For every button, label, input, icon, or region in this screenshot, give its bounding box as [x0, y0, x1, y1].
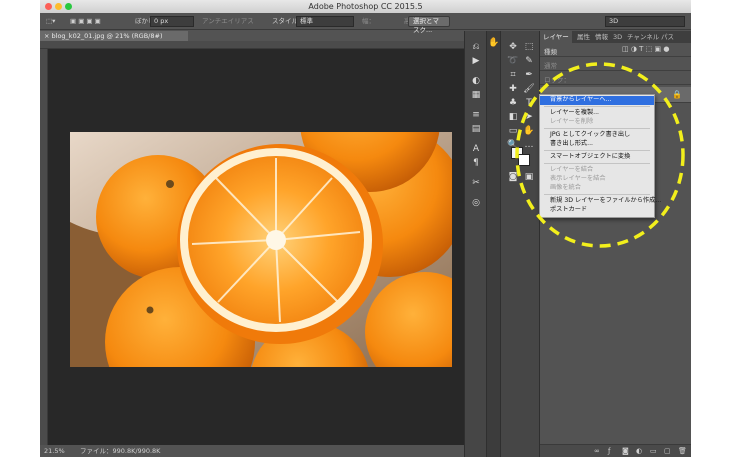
healing-tool-icon[interactable]: ✚ — [507, 83, 519, 95]
new-layer-icon[interactable]: ▢ — [664, 447, 671, 455]
background-color-swatch[interactable] — [518, 154, 530, 166]
tab-info[interactable]: 情報 — [592, 31, 611, 43]
gradient-tool-icon[interactable]: ▭ — [507, 125, 519, 137]
type-tool-icon[interactable]: T — [523, 97, 535, 109]
panel-divider: ✋ — [486, 31, 500, 457]
trash-icon[interactable]: 🗑 — [678, 447, 687, 455]
quick-select-icon[interactable]: ✎ — [523, 55, 535, 67]
tab-paths[interactable]: パス — [658, 31, 677, 43]
menu-separator — [544, 150, 650, 151]
layers-bottom-bar: ∞ ƒ ◙ ◐ ▭ ▢ 🗑 — [540, 444, 691, 457]
more-tools-icon[interactable]: … — [523, 139, 535, 151]
layer-filter-row: 種類 ◫ ◑ T ⬚ ▣ ● — [540, 43, 691, 57]
character-icon[interactable]: A — [470, 143, 482, 155]
eraser-tool-icon[interactable]: ◧ — [507, 111, 519, 123]
filter-kind-select[interactable]: 種類 — [544, 46, 557, 56]
tab-close-icon[interactable]: × — [44, 32, 52, 40]
blend-mode-select[interactable]: 通常 — [544, 60, 557, 70]
quick-mask-icon[interactable]: ◙ — [507, 171, 519, 183]
zoom-level[interactable]: 21.5% — [44, 445, 65, 457]
marquee-tool-icon[interactable]: ⬚ — [523, 41, 535, 53]
link-icon[interactable]: ∞ — [594, 447, 600, 455]
feather-input[interactable]: 0 px — [150, 16, 194, 27]
menu-item-merge-visible: 表示レイヤーを結合 — [550, 175, 606, 182]
workspace-select[interactable]: 3D — [605, 16, 685, 27]
layer-context-menu: 背景からレイヤーへ... レイヤーを複製... レイヤーを削除 JPG としてク… — [539, 94, 661, 218]
menu-item-convert-smart-object[interactable]: スマートオブジェクトに変換 — [540, 153, 654, 162]
lock-row: ロック： — [540, 71, 691, 85]
photoshop-window: Adobe Photoshop CC 2015.5 ⬚▾ ▣ ▣ ▣ ▣ ぼかし… — [40, 0, 691, 457]
menu-separator — [544, 128, 650, 129]
tab-channels[interactable]: チャンネル — [624, 31, 662, 43]
style-select[interactable]: 標準 — [296, 16, 354, 27]
filter-icons[interactable]: ◫ ◑ T ⬚ ▣ ● — [622, 45, 669, 53]
paragraph-icon[interactable]: ¶ — [470, 157, 482, 169]
panel-strip-1: ⎌ ▶ ◐ ▦ ≡ ▤ A ¶ ✂ ◎ — [464, 31, 486, 457]
swatches-icon[interactable]: ▦ — [470, 89, 482, 101]
lock-icon: 🔒 — [672, 90, 682, 99]
styles-icon[interactable]: ▤ — [470, 123, 482, 135]
fx-icon[interactable]: ƒ — [608, 447, 610, 455]
eyedropper-icon[interactable]: ✒ — [523, 69, 535, 81]
layers-panel-tabs: レイヤー 属性 情報 3D チャンネル パス — [540, 31, 691, 43]
document-image — [70, 132, 452, 367]
screen-mode-icon[interactable]: ▣ — [523, 171, 535, 183]
document-tab-label: blog_k02_01.jpg @ 21% (RGB/8#) — [51, 32, 163, 40]
menu-item-new-3d-layer[interactable]: 新規 3D レイヤーをファイルから作成... — [540, 197, 661, 206]
move-tool-icon[interactable]: ✥ — [507, 41, 519, 53]
menu-item-export-as[interactable]: 書き出し形式... — [540, 140, 654, 149]
menu-item-quick-export-jpg[interactable]: JPG としてクイック書き出し — [540, 131, 654, 140]
options-bar: ⬚▾ ▣ ▣ ▣ ▣ ぼかし： 0 px アンチエイリアス スタイル： 標準 幅… — [40, 13, 691, 34]
tab-layers[interactable]: レイヤー — [540, 31, 572, 43]
crop-tool-icon[interactable]: ⌗ — [507, 69, 519, 81]
app-title: Adobe Photoshop CC 2015.5 — [308, 2, 423, 11]
hand-tool-2-icon[interactable]: ✋ — [523, 125, 535, 137]
3d-icon[interactable]: ◎ — [470, 197, 482, 209]
hand-tool-icon[interactable]: ✋ — [488, 37, 500, 49]
selection-mode-icons[interactable]: ▣ ▣ ▣ ▣ — [70, 17, 101, 26]
tab-3d[interactable]: 3D — [610, 31, 625, 43]
ruler-horizontal — [40, 41, 464, 49]
minimize-icon[interactable] — [55, 3, 62, 10]
maximize-icon[interactable] — [65, 3, 72, 10]
file-info: ファイル：990.8K/990.8K — [80, 447, 161, 455]
path-select-icon[interactable]: ➤ — [523, 111, 535, 123]
lock-label: ロック： — [544, 76, 570, 84]
orange-photo — [70, 132, 452, 367]
adjustments-icon[interactable]: ≡ — [470, 109, 482, 121]
brush-tool-icon[interactable]: 🖌 — [523, 83, 535, 95]
antialias-checkbox[interactable]: アンチエイリアス — [202, 17, 254, 26]
toolbar: ✥ ⬚ ➰ ✎ ⌗ ✒ ✚ 🖌 ♣ T ◧ ➤ ▭ ✋ 🔍 … ◙ ▣ — [500, 31, 539, 457]
mask-icon[interactable]: ◙ — [622, 447, 629, 455]
actions-icon[interactable]: ▶ — [470, 55, 482, 67]
close-icon[interactable] — [45, 3, 52, 10]
title-bar: Adobe Photoshop CC 2015.5 — [40, 0, 691, 13]
tab-properties[interactable]: 属性 — [574, 31, 593, 43]
adjustment-layer-icon[interactable]: ◐ — [636, 447, 642, 455]
menu-item-flatten-image: 画像を統合 — [550, 184, 581, 191]
width-label: 幅： — [362, 17, 375, 25]
group-icon[interactable]: ▭ — [650, 447, 657, 455]
menu-separator — [544, 194, 650, 195]
canvas-area[interactable] — [48, 49, 464, 445]
menu-item-duplicate-layer[interactable]: レイヤーを複製... — [540, 109, 654, 118]
document-tab[interactable]: × blog_k02_01.jpg @ 21% (RGB/8#) — [40, 31, 188, 41]
menu-item-postcard[interactable]: ポストカード — [540, 206, 654, 215]
color-icon[interactable]: ◐ — [470, 75, 482, 87]
menu-item-background-to-layer[interactable]: 背景からレイヤーへ... — [540, 96, 654, 105]
menu-separator — [544, 106, 650, 107]
ruler-vertical — [40, 49, 48, 445]
status-bar: 21.5% ファイル：990.8K/990.8K — [40, 445, 464, 457]
menu-item-merge-layers: レイヤーを結合 — [550, 166, 594, 173]
stamp-tool-icon[interactable]: ♣ — [507, 97, 519, 109]
marquee-preset-icon[interactable]: ⬚▾ — [46, 17, 55, 26]
blend-mode-row: 通常 — [540, 57, 691, 71]
history-icon[interactable]: ⎌ — [470, 41, 482, 53]
select-mask-button[interactable]: 選択とマスク... — [408, 16, 450, 34]
menu-separator — [544, 163, 650, 164]
menu-item-delete-layer: レイヤーを削除 — [550, 118, 594, 125]
lasso-tool-icon[interactable]: ➰ — [507, 55, 519, 67]
tool-presets-icon[interactable]: ✂ — [470, 177, 482, 189]
